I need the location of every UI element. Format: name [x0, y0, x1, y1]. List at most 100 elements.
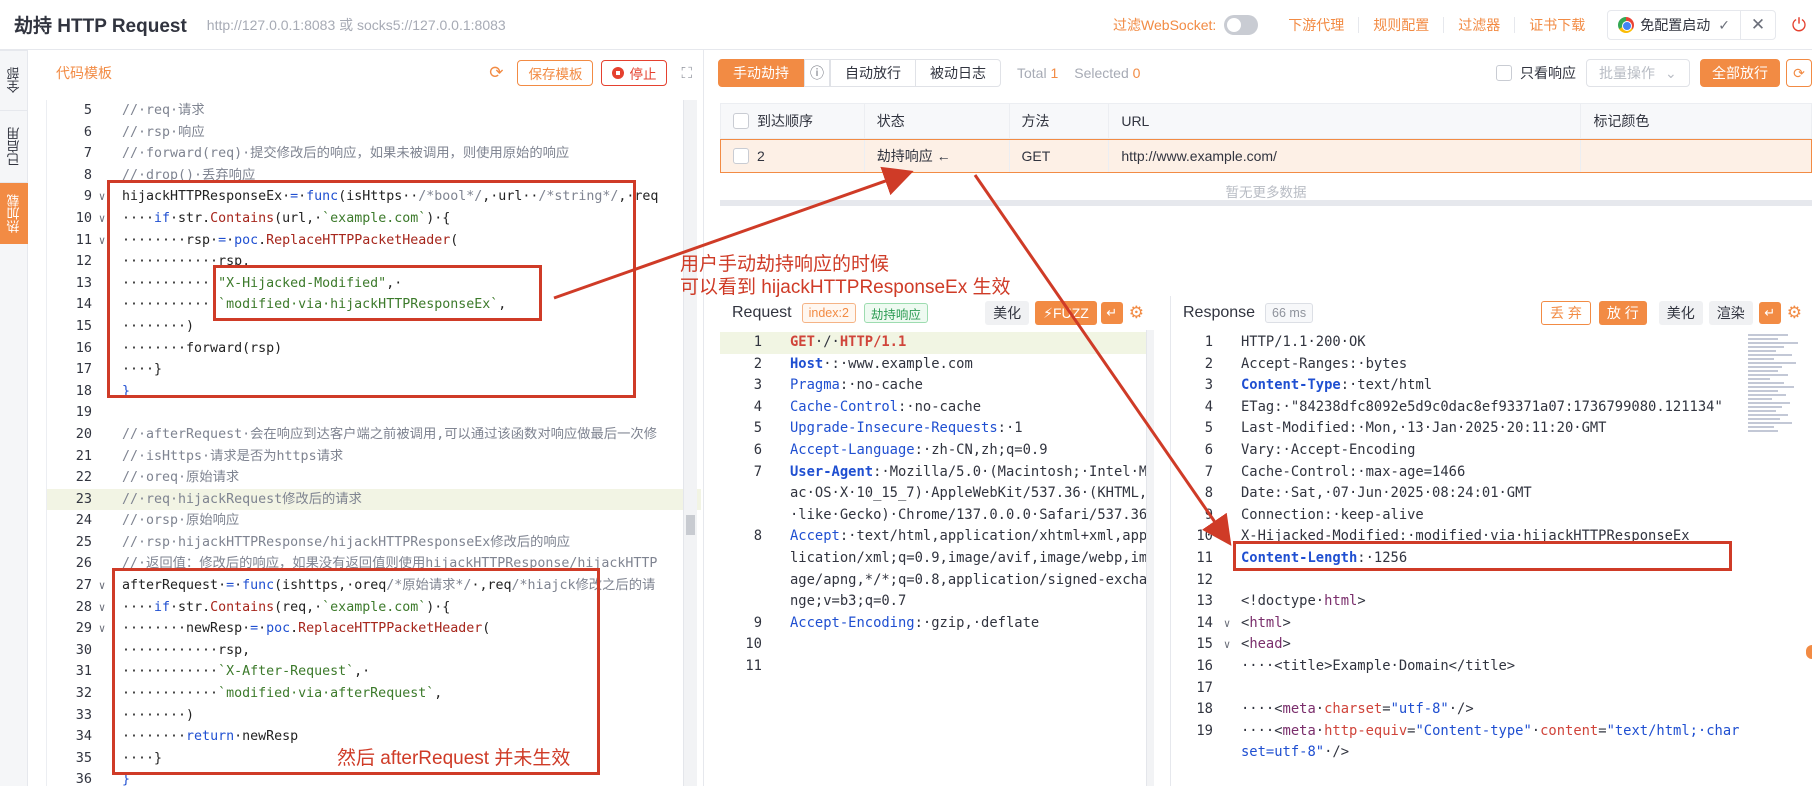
response-minimap[interactable] [1748, 334, 1804, 434]
cert-download-link[interactable]: 证书下载 [1515, 17, 1599, 33]
code-line[interactable]: 7 //·forward(req)·提交修改后的响应，如果未被调用，则使用原始的响… [47, 143, 701, 165]
fold-gutter [1217, 397, 1237, 419]
wrap-icon[interactable]: ↵ [1758, 302, 1781, 324]
minimap-line [1748, 346, 1784, 348]
code-line[interactable]: 9 Connection:·keep-alive [1171, 505, 1740, 527]
side-tab-enabled[interactable]: 已启用 [0, 110, 28, 182]
batch-action-select[interactable]: 批量操作 ⌄ [1586, 59, 1690, 87]
code-line[interactable]: 17 [1171, 678, 1740, 700]
render-button[interactable]: 渲染 [1708, 301, 1753, 325]
code-text: User-Agent:·Mozilla/5.0·(Macintosh;·Inte… [790, 463, 1148, 523]
chrome-launch-button[interactable]: 免配置启动 ✓ [1608, 11, 1741, 39]
downstream-proxy-link[interactable]: 下游代理 [1274, 17, 1360, 33]
stop-button[interactable]: 停止 [601, 60, 668, 86]
save-template-button[interactable]: 保存模板 [517, 60, 594, 86]
gear-icon[interactable]: ⚙ [1787, 303, 1802, 323]
code-line[interactable]: 3 Content-Type:·text/html [1171, 375, 1740, 397]
code-line[interactable]: 19 ····<meta·http-equiv="Content-type"·co… [1171, 721, 1740, 764]
code-line[interactable]: 4 Cache-Control:·no-cache [720, 397, 1154, 419]
code-line[interactable]: 21 //·isHttps·请求是否为https请求 [47, 446, 701, 468]
tab-manual-hijack[interactable]: 手动劫持 [718, 59, 804, 87]
editor-scrollbar[interactable] [683, 100, 697, 786]
close-icon[interactable]: ✕ [1741, 11, 1775, 39]
tab-auto-release[interactable]: 自动放行 [830, 59, 916, 87]
code-line[interactable]: 6 Accept-Language:·zh-CN,zh;q=0.9 [720, 440, 1154, 462]
code-line[interactable]: 24 //·orsp·原始响应 [47, 510, 701, 532]
tab-passive-log[interactable]: 被动日志 [916, 59, 1001, 87]
code-line[interactable]: 20 //·afterRequest·会在响应到达客户端之前被调用,可以通过该函数… [47, 424, 701, 446]
row-checkbox[interactable] [733, 148, 749, 164]
panel-divider[interactable] [703, 50, 704, 786]
code-line[interactable]: 6 Vary:·Accept-Encoding [1171, 440, 1740, 462]
code-line[interactable]: 7 Cache-Control:·max-age=1466 [1171, 462, 1740, 484]
only-response-checkbox[interactable] [1496, 65, 1512, 81]
side-tab-all[interactable]: 全部 [0, 50, 28, 110]
code-line[interactable]: 4 ETag:·"84238dfc8092e5d9c0dac8ef93371a07… [1171, 397, 1740, 419]
code-text: <head> [1241, 636, 1291, 653]
code-line[interactable]: 2 Host·:·www.example.com [720, 354, 1154, 376]
discard-button[interactable]: 丢 弃 [1540, 301, 1591, 325]
header-url[interactable]: URL [1109, 104, 1582, 138]
header-method[interactable]: 方法 [1010, 104, 1110, 138]
filter-link[interactable]: 过滤器 [1444, 17, 1516, 33]
rule-config-link[interactable]: 规则配置 [1359, 17, 1445, 33]
code-line[interactable]: 12 [1171, 570, 1740, 592]
info-icon[interactable]: ⓘ [804, 59, 830, 87]
code-line[interactable]: 22 //·oreq·原始请求 [47, 467, 701, 489]
power-icon[interactable]: ⏻ [1786, 12, 1812, 38]
code-line[interactable]: 5 Upgrade-Insecure-Requests:·1 [720, 418, 1154, 440]
response-beautify-button[interactable]: 美化 [1658, 301, 1703, 325]
fuzz-button[interactable]: ⚡ FUZZ [1035, 301, 1097, 325]
refresh-list-icon[interactable]: ⟳ [1786, 59, 1812, 87]
response-actions: 丢 弃 放 行 美化 渲染 ↵ ⚙ [1540, 301, 1802, 325]
websocket-filter-toggle[interactable] [1224, 15, 1259, 35]
code-line[interactable]: 6 //·rsp·响应 [47, 122, 701, 144]
fold-chevron-icon[interactable]: ∨ [92, 618, 112, 640]
request-beautify-button[interactable]: 美化 [985, 301, 1030, 325]
fullscreen-icon[interactable]: ⛶ [681, 65, 692, 82]
code-text: Pragma:·no-cache [790, 377, 923, 394]
code-line[interactable]: 19 [47, 402, 701, 424]
header-color[interactable]: 标记颜色 [1581, 104, 1811, 138]
release-all-button[interactable]: 全部放行 [1700, 59, 1780, 87]
fold-chevron-icon[interactable]: ∨ [1217, 634, 1237, 656]
header-order[interactable]: 到达顺序 [721, 104, 865, 138]
table-row[interactable]: 2 劫持响应 ← GET http://www.example.com/ [720, 139, 1812, 173]
release-button[interactable]: 放 行 [1598, 301, 1647, 325]
code-line[interactable]: 8 Accept:·text/html,application/xhtml+xml… [720, 526, 1154, 612]
refresh-icon[interactable]: ⟳ [489, 63, 503, 83]
select-all-checkbox[interactable] [733, 113, 749, 129]
code-line[interactable]: 10 [720, 634, 1154, 656]
code-line[interactable]: 18 ····<meta·charset="utf-8"·/> [1171, 699, 1740, 721]
code-line[interactable]: 1 HTTP/1.1·200·OK [1171, 332, 1740, 354]
code-line[interactable]: 5 Last-Modified:·Mon,·13·Jan·2025·20:11:2… [1171, 418, 1740, 440]
code-line[interactable]: 11 [720, 656, 1154, 678]
line-number: 8 [83, 166, 92, 183]
code-text: Vary:·Accept-Encoding [1241, 441, 1416, 458]
fold-chevron-icon[interactable]: ∨ [92, 575, 112, 597]
line-number: 5 [83, 102, 92, 118]
code-line[interactable]: 3 Pragma:·no-cache [720, 375, 1154, 397]
minimap-line [1748, 350, 1776, 352]
request-code[interactable]: 1 GET·/·HTTP/1.1 2 Host·:·www.example.com 3 P… [720, 332, 1154, 786]
code-line[interactable]: 5 //·req·请求 [47, 100, 701, 122]
code-line[interactable]: 8 Date:·Sat,·07·Jun·2025·08:24:01·GMT [1171, 483, 1740, 505]
code-line[interactable]: 9 Accept-Encoding:·gzip,·deflate [720, 613, 1154, 635]
code-line[interactable]: 25 //·rsp·hijackHTTPResponse/hijackHTTPRe… [47, 532, 701, 554]
fold-chevron-icon[interactable]: ∨ [1217, 613, 1237, 635]
code-line[interactable]: 7 User-Agent:·Mozilla/5.0·(Macintosh;·Int… [720, 462, 1154, 527]
request-scrollbar[interactable] [1146, 330, 1154, 786]
code-line[interactable]: 23 //·req·hijackRequest修改后的请求 [47, 488, 701, 511]
editor-scroll-thumb[interactable] [686, 515, 695, 535]
code-line[interactable]: 15 ∨ <head> [1171, 634, 1740, 656]
wrap-icon[interactable]: ↵ [1100, 302, 1123, 324]
code-line[interactable]: 1 GET·/·HTTP/1.1 [720, 332, 1154, 354]
code-line[interactable]: 2 Accept-Ranges:·bytes [1171, 354, 1740, 376]
side-tab-hotload[interactable]: 热加载 [0, 182, 28, 244]
code-line[interactable]: 16 ····<title>Example·Domain</title> [1171, 656, 1740, 678]
code-line[interactable]: 14 ∨ <html> [1171, 613, 1740, 635]
gear-icon[interactable]: ⚙ [1129, 303, 1144, 323]
header-status[interactable]: 状态 [865, 104, 1010, 138]
code-line[interactable]: 13 <!doctype·html> [1171, 591, 1740, 613]
fold-chevron-icon[interactable]: ∨ [92, 597, 112, 619]
